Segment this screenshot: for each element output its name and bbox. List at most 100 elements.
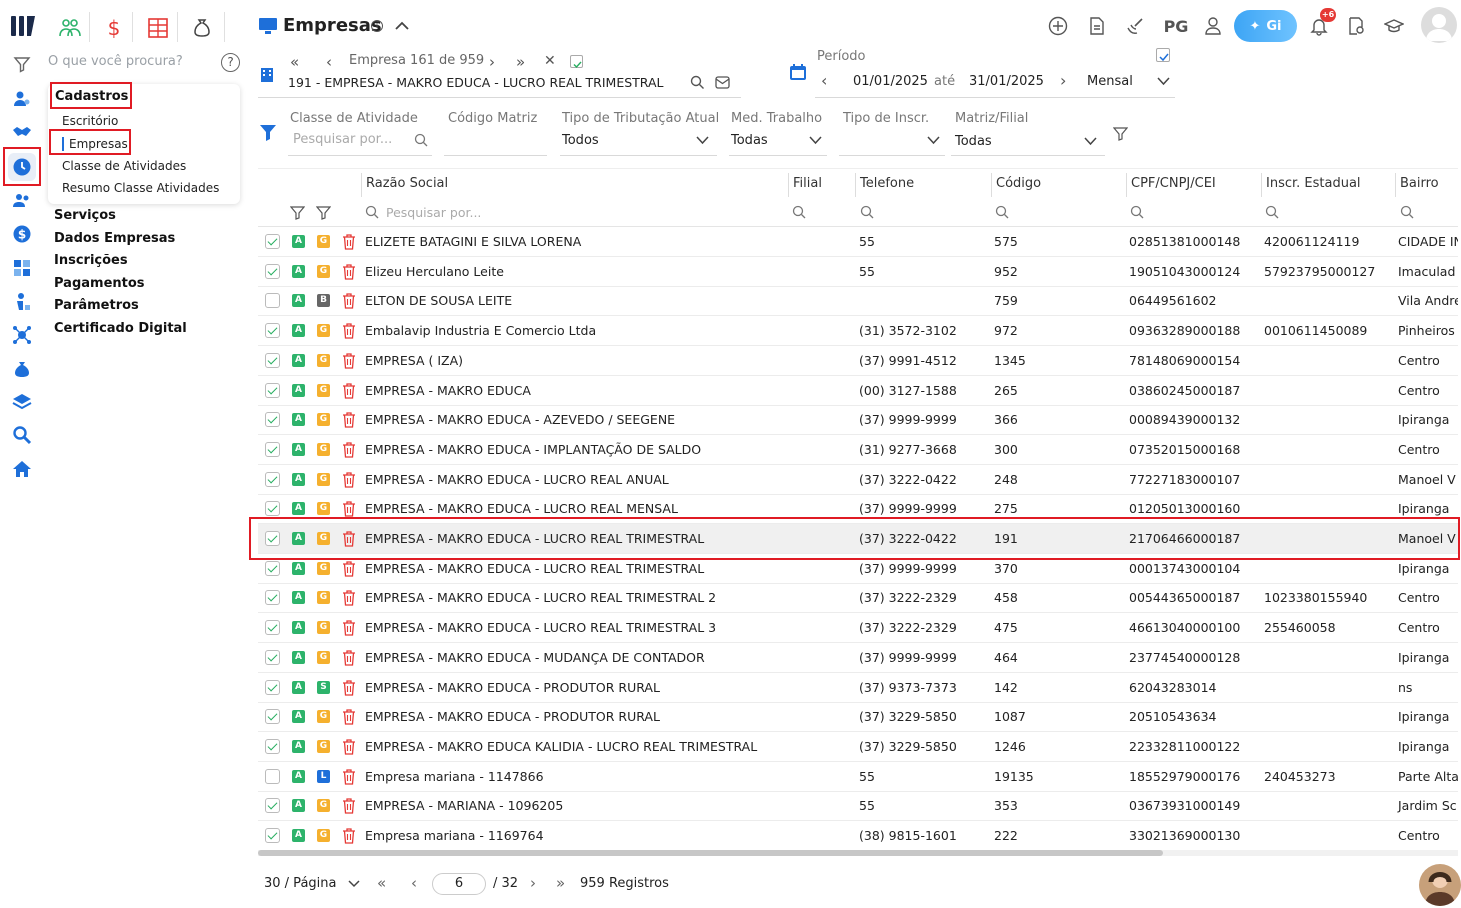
row-checkbox[interactable] bbox=[265, 382, 280, 398]
filter-icon[interactable] bbox=[290, 205, 305, 220]
period-start[interactable]: 01/01/2025 bbox=[853, 74, 928, 89]
menu-certificado-digital[interactable]: Certificado Digital bbox=[54, 321, 187, 336]
trash-icon[interactable] bbox=[342, 353, 356, 369]
row-checkbox[interactable] bbox=[265, 828, 280, 843]
search-icon[interactable] bbox=[1400, 205, 1414, 219]
trash-icon[interactable] bbox=[342, 650, 356, 666]
submenu-escritorio[interactable]: Escritório bbox=[62, 114, 118, 128]
filter-med-select[interactable]: Todas bbox=[731, 133, 768, 148]
trash-icon[interactable] bbox=[342, 561, 356, 577]
trash-icon[interactable] bbox=[342, 620, 356, 636]
first-company-button[interactable]: « bbox=[290, 53, 299, 71]
table-row[interactable]: A G EMPRESA - MAKRO EDUCA - LUCRO REAL ANU… bbox=[258, 465, 1458, 495]
filter-icon[interactable] bbox=[8, 50, 36, 78]
table-row[interactable]: A G Empresa mariana - 1169764 (38) 9815-160… bbox=[258, 821, 1458, 851]
filter-clear-icon[interactable] bbox=[1113, 126, 1128, 141]
close-icon[interactable]: ✕ bbox=[544, 53, 556, 69]
submenu-resumo-classe[interactable]: Resumo Classe Atividades bbox=[62, 181, 219, 195]
next-period-button[interactable]: › bbox=[1060, 71, 1066, 90]
col-razao-social[interactable]: Razão Social bbox=[366, 176, 448, 191]
last-company-button[interactable]: » bbox=[516, 53, 525, 71]
dollar-icon[interactable]: $ bbox=[8, 220, 36, 248]
row-checkbox[interactable] bbox=[265, 798, 280, 814]
company-nav-checkbox[interactable] bbox=[570, 55, 583, 69]
spreadsheet-module-icon[interactable] bbox=[144, 14, 172, 42]
search-icon[interactable] bbox=[995, 205, 1009, 219]
filter-icon[interactable] bbox=[316, 205, 331, 220]
gi-assistant-button[interactable]: ✦ Gi bbox=[1234, 10, 1297, 42]
next-page-button[interactable]: › bbox=[530, 874, 536, 892]
search-icon[interactable] bbox=[690, 75, 705, 90]
row-checkbox[interactable] bbox=[265, 590, 280, 606]
trash-icon[interactable] bbox=[342, 739, 356, 755]
trash-icon[interactable] bbox=[342, 501, 356, 517]
period-checkbox[interactable] bbox=[1156, 48, 1170, 62]
user-settings-icon[interactable] bbox=[8, 85, 36, 113]
filter-codigo-input[interactable] bbox=[444, 155, 547, 156]
search-icon[interactable] bbox=[8, 421, 36, 449]
chevron-down-icon[interactable] bbox=[1157, 77, 1170, 86]
table-row[interactable]: A G EMPRESA - MAKRO EDUCA - LUCRO REAL TRI… bbox=[258, 583, 1458, 614]
search-icon[interactable] bbox=[1265, 205, 1279, 219]
menu-inscricoes[interactable]: Inscrições bbox=[54, 253, 128, 268]
mail-icon[interactable] bbox=[715, 76, 730, 89]
trash-icon[interactable] bbox=[342, 590, 356, 607]
table-row[interactable]: A G ELIZETE BATAGINI E SILVA LORENA 55 575 02… bbox=[258, 227, 1458, 257]
trash-icon[interactable] bbox=[342, 323, 356, 339]
table-row[interactable]: A G EMPRESA - MAKRO EDUCA - MUDANÇA DE CON… bbox=[258, 643, 1458, 673]
chevron-down-icon[interactable] bbox=[348, 880, 360, 888]
row-checkbox[interactable] bbox=[265, 501, 280, 517]
table-row[interactable]: A L Empresa mariana - 1147866 55 19135 185529… bbox=[258, 762, 1458, 792]
prev-period-button[interactable]: ‹ bbox=[821, 71, 827, 90]
graduation-cap-icon[interactable] bbox=[1382, 14, 1406, 38]
money-bag-icon[interactable] bbox=[8, 355, 36, 383]
row-checkbox[interactable] bbox=[265, 531, 280, 546]
row-checkbox[interactable] bbox=[265, 263, 280, 279]
help-icon[interactable]: ? bbox=[221, 53, 240, 72]
col-bairro[interactable]: Bairro bbox=[1400, 176, 1439, 191]
trash-icon[interactable] bbox=[342, 828, 356, 844]
row-checkbox[interactable] bbox=[265, 412, 280, 428]
submenu-empresas[interactable]: Empresas bbox=[69, 137, 128, 151]
users-icon[interactable] bbox=[8, 187, 36, 215]
table-row[interactable]: A G EMPRESA - MAKRO EDUCA (00) 3127-1588 265… bbox=[258, 376, 1458, 406]
report-search-icon[interactable] bbox=[1344, 14, 1368, 38]
network-icon[interactable] bbox=[8, 321, 36, 349]
period-end[interactable]: 31/01/2025 bbox=[969, 74, 1044, 89]
table-row[interactable]: A G EMPRESA - MAKRO EDUCA KALIDIA - LUCRO … bbox=[258, 732, 1458, 762]
per-page-select[interactable]: 30 / Página bbox=[264, 876, 336, 891]
row-checkbox[interactable] bbox=[265, 709, 280, 725]
page-input[interactable]: 6 bbox=[432, 873, 486, 895]
clock-icon[interactable] bbox=[8, 153, 36, 181]
table-row[interactable]: A S EMPRESA - MAKRO EDUCA - PRODUTOR RURAL… bbox=[258, 673, 1458, 703]
search-icon[interactable] bbox=[792, 205, 806, 219]
trash-icon[interactable] bbox=[342, 442, 356, 458]
table-row[interactable]: A G Elizeu Herculano Leite 55 952 19051043000… bbox=[258, 257, 1458, 287]
next-company-button[interactable]: › bbox=[489, 53, 495, 71]
razao-search-input[interactable]: Pesquisar por... bbox=[386, 205, 481, 220]
dollar-module-icon[interactable]: $ bbox=[100, 14, 128, 42]
trash-icon[interactable] bbox=[342, 382, 356, 399]
first-page-button[interactable]: « bbox=[377, 874, 386, 892]
info-icon[interactable]: i bbox=[371, 20, 383, 32]
row-checkbox[interactable] bbox=[265, 620, 280, 636]
table-row[interactable]: A G EMPRESA - MAKRO EDUCA - LUCRO REAL TRI… bbox=[258, 524, 1458, 554]
table-row[interactable]: A G EMPRESA - MAKRO EDUCA - AZEVEDO / SEEG… bbox=[258, 405, 1458, 436]
filter-matriz-select[interactable]: Todas bbox=[955, 134, 992, 149]
satellite-icon[interactable] bbox=[1123, 14, 1147, 38]
user-tie-icon[interactable] bbox=[1201, 14, 1225, 38]
row-checkbox[interactable] bbox=[265, 441, 280, 457]
support-avatar[interactable] bbox=[1419, 864, 1461, 906]
col-inscr-estadual[interactable]: Inscr. Estadual bbox=[1266, 176, 1361, 191]
table-row[interactable]: A G EMPRESA - MAKRO EDUCA - LUCRO REAL TRI… bbox=[258, 554, 1458, 584]
trash-icon[interactable] bbox=[342, 412, 356, 428]
search-icon[interactable] bbox=[860, 205, 874, 219]
row-checkbox[interactable] bbox=[265, 768, 280, 784]
col-codigo[interactable]: Código bbox=[996, 176, 1041, 191]
row-checkbox[interactable] bbox=[265, 323, 280, 339]
trash-icon[interactable] bbox=[342, 264, 356, 280]
layers-icon[interactable] bbox=[8, 388, 36, 416]
table-row[interactable]: A G EMPRESA - MAKRO EDUCA - IMPLANTAÇÃO DE… bbox=[258, 435, 1458, 465]
trash-icon[interactable] bbox=[342, 471, 356, 488]
row-checkbox[interactable] bbox=[265, 471, 280, 487]
